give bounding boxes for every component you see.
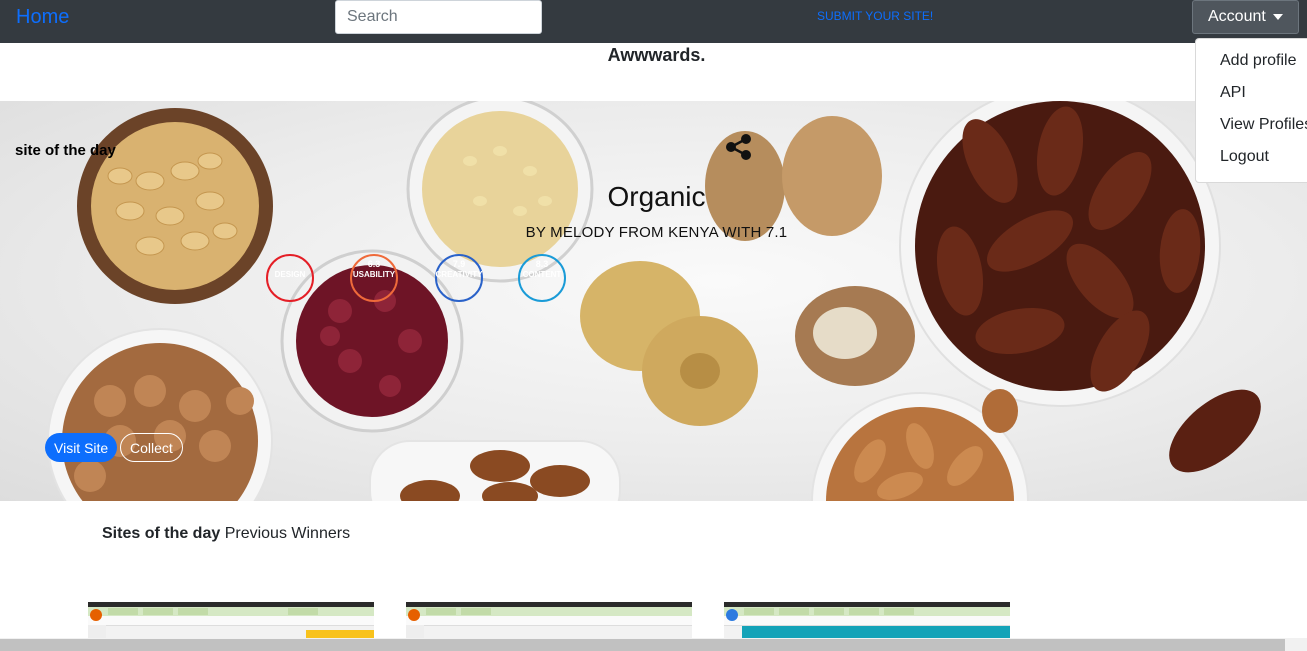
horizontal-scrollbar[interactable] bbox=[0, 638, 1307, 651]
winner-thumbnail[interactable] bbox=[724, 602, 1010, 640]
menu-item-view-profiles[interactable]: View Profiles bbox=[1220, 116, 1307, 134]
caret-down-icon bbox=[1273, 14, 1283, 20]
winner-thumbnail[interactable] bbox=[88, 602, 374, 640]
score-value: 6.3 bbox=[367, 259, 381, 269]
site-byline: BY MELODY FROM KENYA WITH 7.1 bbox=[525, 224, 788, 241]
winner-thumbnail[interactable] bbox=[406, 602, 692, 640]
score-content: 8.3 CONTENT bbox=[518, 254, 566, 302]
menu-item-add-profile[interactable]: Add profile bbox=[1220, 52, 1297, 70]
section-title: Sites of the day Previous Winners bbox=[102, 525, 350, 543]
score-value: 7.9 bbox=[452, 259, 466, 269]
score-creativity: 7.9 CREATIVITY bbox=[435, 254, 483, 302]
hero-banner: site of the day Organic BY MELODY FROM K… bbox=[0, 101, 1307, 501]
browser-icon bbox=[408, 609, 420, 621]
collect-button[interactable]: Collect bbox=[120, 433, 183, 462]
browser-icon bbox=[90, 609, 102, 621]
visit-site-button[interactable]: Visit Site bbox=[45, 433, 118, 462]
account-dropdown-button[interactable]: Account bbox=[1192, 0, 1299, 34]
score-label: DESIGN bbox=[274, 270, 306, 279]
section-title-rest: Previous Winners bbox=[224, 525, 351, 542]
menu-item-logout[interactable]: Logout bbox=[1220, 148, 1269, 166]
score-value: 8.3 bbox=[535, 259, 549, 269]
score-design: DESIGN bbox=[266, 254, 314, 302]
share-icon[interactable] bbox=[725, 133, 753, 161]
score-usability: 6.3 USABILITY bbox=[350, 254, 398, 302]
site-of-the-day-label: site of the day bbox=[15, 142, 116, 159]
account-menu: Add profile API View Profiles Logout bbox=[1195, 38, 1307, 183]
hero-background-image bbox=[47, 101, 1261, 501]
scrollbar-thumb[interactable] bbox=[0, 639, 1285, 651]
page-title: Awwwards. bbox=[607, 45, 706, 65]
site-name: Organic bbox=[607, 181, 706, 212]
score-label: CONTENT bbox=[522, 270, 562, 279]
score-label: USABILITY bbox=[352, 270, 396, 279]
home-link[interactable]: Home bbox=[16, 6, 69, 29]
submit-site-link[interactable]: SUBMIT YOUR SITE! bbox=[817, 9, 933, 23]
account-label: Account bbox=[1208, 8, 1266, 25]
score-label: CREATIVITY bbox=[435, 270, 483, 279]
menu-item-api[interactable]: API bbox=[1220, 84, 1246, 102]
search-input[interactable] bbox=[335, 0, 542, 34]
navbar: Home SUBMIT YOUR SITE! Account bbox=[0, 0, 1307, 43]
browser-icon bbox=[726, 609, 738, 621]
section-title-bold: Sites of the day bbox=[102, 525, 221, 542]
